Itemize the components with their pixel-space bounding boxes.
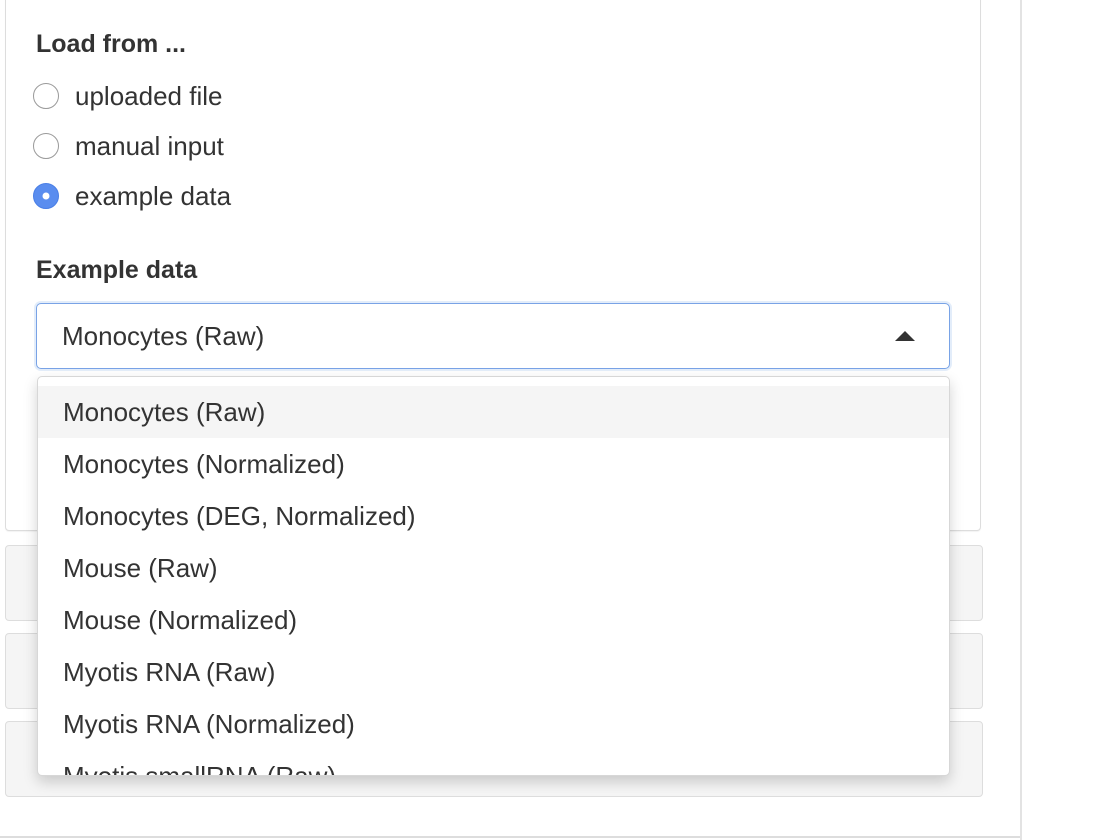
dropdown-option[interactable]: Monocytes (DEG, Normalized) [38,490,949,542]
radio-example-data-label[interactable]: example data [75,181,231,212]
example-data-dropdown: Monocytes (Raw) Monocytes (Normalized) M… [37,376,950,776]
dropdown-option[interactable]: Mouse (Normalized) [38,594,949,646]
radio-example-data[interactable]: example data [33,181,231,211]
right-divider [1020,0,1022,840]
radio-manual-input-label[interactable]: manual input [75,131,224,162]
radio-uploaded-file-indicator[interactable] [33,83,59,109]
dropdown-option[interactable]: Monocytes (Raw) [38,386,949,438]
dropdown-option[interactable]: Myotis smallRNA (Raw) [38,750,949,775]
caret-up-icon [895,331,915,341]
radio-uploaded-file[interactable]: uploaded file [33,81,222,111]
radio-manual-input-indicator[interactable] [33,133,59,159]
app-root: Load from ... uploaded file manual input… [0,0,1110,840]
dropdown-options-list: Monocytes (Raw) Monocytes (Normalized) M… [38,386,949,775]
dropdown-option[interactable]: Mouse (Raw) [38,542,949,594]
example-data-select[interactable]: Monocytes (Raw) [36,303,950,369]
radio-example-data-indicator[interactable] [33,183,59,209]
load-from-label: Load from ... [36,30,186,58]
dropdown-option[interactable]: Monocytes (Normalized) [38,438,949,490]
radio-uploaded-file-label[interactable]: uploaded file [75,81,222,112]
bottom-divider [0,836,1020,838]
radio-manual-input[interactable]: manual input [33,131,224,161]
example-data-label: Example data [36,256,198,284]
dropdown-option[interactable]: Myotis RNA (Normalized) [38,698,949,750]
example-data-select-value: Monocytes (Raw) [62,321,265,351]
dropdown-option[interactable]: Myotis RNA (Raw) [38,646,949,698]
